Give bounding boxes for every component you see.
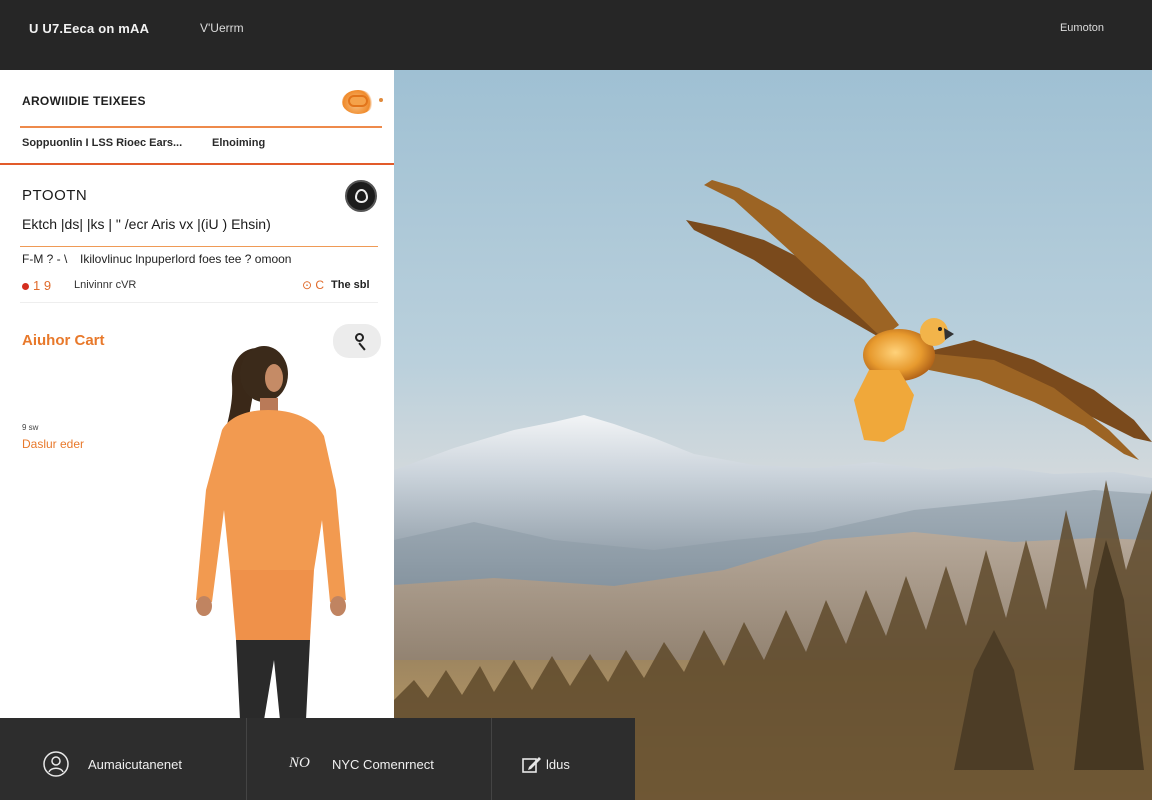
tab-comment[interactable]: NO NYC Comenrnect	[247, 718, 492, 800]
tab-ideas-label: ldus	[546, 757, 570, 772]
bottom-tab-bar: Aumaicutanenet NO NYC Comenrnect ldus	[0, 718, 635, 800]
tab-account-label: Aumaicutanenet	[88, 757, 182, 772]
landscape-illustration	[394, 180, 1152, 800]
dot-icon	[379, 98, 383, 102]
brand-logo[interactable]: U U7.Eeca on mAA	[29, 21, 149, 36]
panel-title: AROWIIDIE TEIXEES	[22, 94, 146, 108]
edit-icon	[522, 757, 541, 773]
divider	[20, 302, 378, 303]
person-circle-icon	[43, 751, 69, 777]
nav-link[interactable]: V'Uerrm	[200, 21, 244, 35]
action-title[interactable]: Aiuhor Cart	[22, 332, 105, 349]
hawk-illustration	[686, 180, 1152, 460]
row2-code: F-M ? ‑ \	[22, 252, 68, 266]
section-line: Ektch |ds| |ks | " /ecr Aris vx |(iU ) E…	[22, 216, 271, 232]
target-icon: ⊙ C	[302, 278, 325, 292]
section-heading: PTOOTN	[22, 187, 88, 204]
divider-accent	[0, 163, 394, 165]
row2-text: Ikilovlinuc lnpuperlord foes tee ? omoon	[80, 252, 292, 266]
row3-label: Lnivinnr cVR	[74, 279, 137, 291]
model-photo	[196, 346, 346, 718]
tab-ideas[interactable]: ldus	[492, 718, 635, 800]
pin-icon[interactable]	[345, 180, 377, 212]
top-right-link[interactable]: Eumoton	[1060, 22, 1104, 34]
hero-image	[394, 70, 1152, 800]
subtitle-right[interactable]: Elnoiming	[212, 137, 265, 149]
status-dot-icon	[22, 283, 29, 290]
info-row: 1 9 Lnivinnr cVR ⊙ C The sbl	[22, 278, 372, 296]
row3-right-text[interactable]: The sbl	[331, 279, 370, 291]
divider	[20, 126, 382, 128]
tab-comment-label: NYC Comenrnect	[332, 757, 434, 772]
small-label: 9 sw	[22, 423, 39, 432]
product-panel: AROWIIDIE TEIXEES Soppuonlin I LSS Rioec…	[0, 70, 394, 718]
row3-number: 1 9	[33, 278, 52, 293]
tab-account[interactable]: Aumaicutanenet	[0, 718, 247, 800]
no-icon: NO	[289, 755, 310, 771]
top-bar: U U7.Eeca on mAA V'Uerrm Eumoton	[0, 0, 1152, 70]
subtitle-left: Soppuonlin I LSS Rioec Ears...	[22, 137, 183, 149]
divider	[20, 246, 378, 247]
detail-link[interactable]: Daslur eder	[22, 437, 84, 451]
orange-ribbon-icon	[342, 90, 374, 114]
